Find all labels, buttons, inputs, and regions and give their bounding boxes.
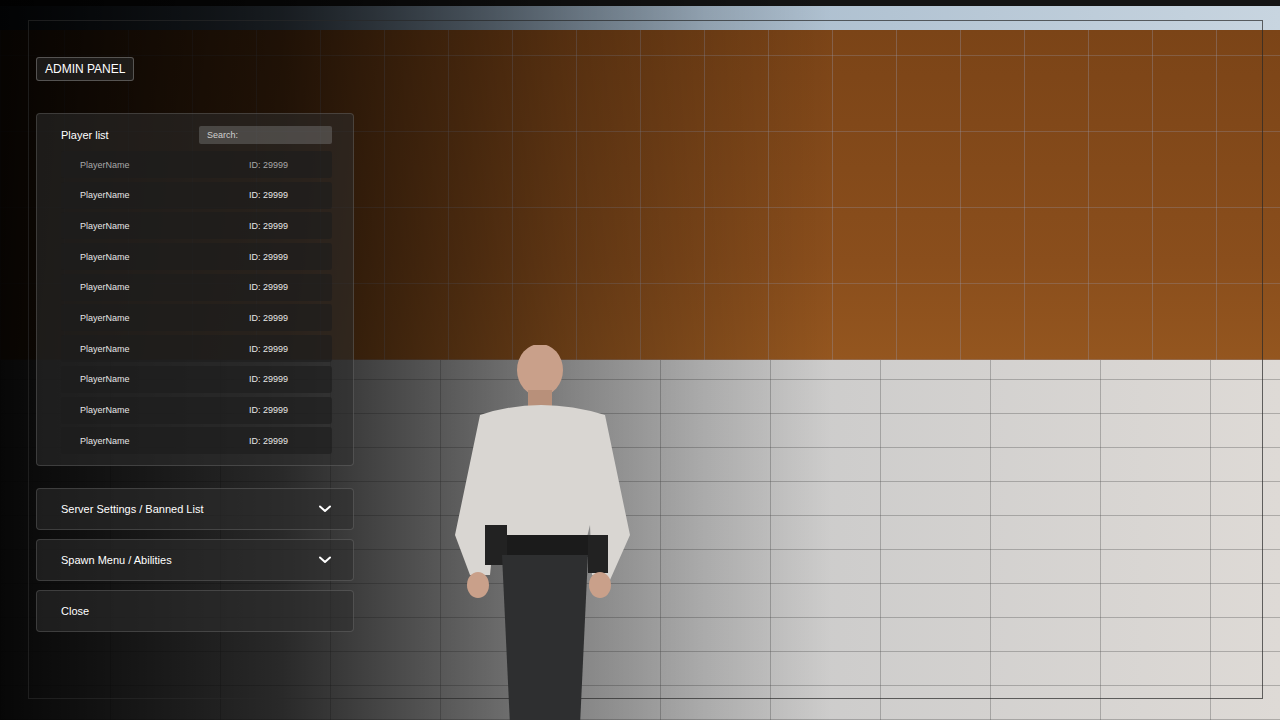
player-id: ID: 29999 bbox=[249, 344, 324, 354]
player-name: PlayerName bbox=[80, 160, 249, 170]
player-row[interactable]: PlayerNameID: 29999 bbox=[61, 304, 332, 331]
player-id: ID: 29999 bbox=[249, 221, 324, 231]
player-name: PlayerName bbox=[80, 252, 249, 262]
player-id: ID: 29999 bbox=[249, 282, 324, 292]
chevron-down-icon bbox=[319, 556, 331, 564]
player-row[interactable]: PlayerNameID: 29999 bbox=[61, 212, 332, 239]
search-field[interactable] bbox=[199, 126, 332, 144]
player-name: PlayerName bbox=[80, 221, 249, 231]
player-id: ID: 29999 bbox=[249, 160, 324, 170]
chevron-down-icon bbox=[319, 505, 331, 513]
player-name: PlayerName bbox=[80, 405, 249, 415]
game-screen: ADMIN PANELPlayer listPlayerNameID: 2999… bbox=[0, 0, 1280, 720]
player-row[interactable]: PlayerNameID: 29999 bbox=[61, 335, 332, 362]
section-label: Server Settings / Banned List bbox=[61, 503, 203, 515]
player-list-title: Player list bbox=[61, 129, 109, 141]
player-id: ID: 29999 bbox=[249, 190, 324, 200]
player-name: PlayerName bbox=[80, 190, 249, 200]
player-row[interactable]: PlayerNameID: 29999 bbox=[61, 397, 332, 424]
player-id: ID: 29999 bbox=[249, 374, 324, 384]
player-name: PlayerName bbox=[80, 282, 249, 292]
player-id: ID: 29999 bbox=[249, 313, 324, 323]
accordion-header[interactable]: Spawn Menu / Abilities bbox=[36, 539, 354, 581]
admin-panel-badge: ADMIN PANEL bbox=[36, 57, 134, 81]
player-name: PlayerName bbox=[80, 374, 249, 384]
player-row[interactable]: PlayerNameID: 29999 bbox=[61, 274, 332, 301]
player-name: PlayerName bbox=[80, 344, 249, 354]
admin-ui: ADMIN PANELPlayer listPlayerNameID: 2999… bbox=[36, 57, 354, 632]
close-button[interactable]: Close bbox=[36, 590, 354, 632]
player-id: ID: 29999 bbox=[249, 436, 324, 446]
character-icon bbox=[440, 345, 680, 720]
player-list-panel: Player listPlayerNameID: 29999PlayerName… bbox=[36, 113, 354, 466]
section-label: Close bbox=[61, 605, 89, 617]
player-row[interactable]: PlayerNameID: 29999 bbox=[61, 243, 332, 270]
player-name: PlayerName bbox=[80, 436, 249, 446]
player-list-header: Player list bbox=[61, 126, 332, 144]
player-rows: PlayerNameID: 29999PlayerNameID: 29999Pl… bbox=[61, 151, 332, 454]
player-id: ID: 29999 bbox=[249, 252, 324, 262]
player-id: ID: 29999 bbox=[249, 405, 324, 415]
player-row[interactable]: PlayerNameID: 29999 bbox=[61, 427, 332, 454]
player-row[interactable]: PlayerNameID: 29999 bbox=[61, 366, 332, 393]
player-row[interactable]: PlayerNameID: 29999 bbox=[61, 151, 332, 178]
player-row[interactable]: PlayerNameID: 29999 bbox=[61, 182, 332, 209]
accordion-header[interactable]: Server Settings / Banned List bbox=[36, 488, 354, 530]
player-name: PlayerName bbox=[80, 313, 249, 323]
panel-sections: Server Settings / Banned List Spawn Menu … bbox=[36, 488, 354, 632]
section-label: Spawn Menu / Abilities bbox=[61, 554, 172, 566]
